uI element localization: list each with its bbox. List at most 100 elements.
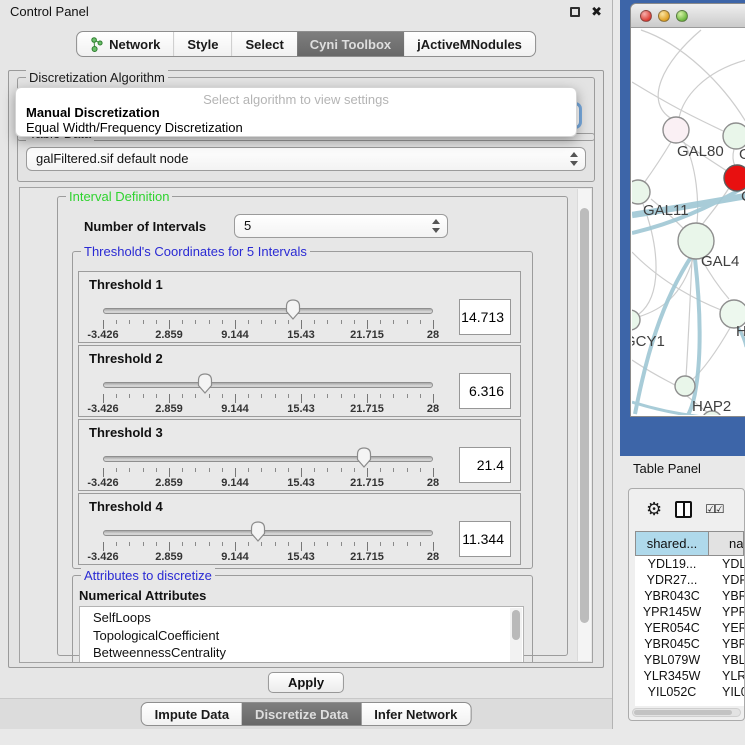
- table-toolbar: ⚙ ☑☑: [629, 489, 744, 529]
- tab-cyni-toolbox[interactable]: Cyni Toolbox: [297, 32, 404, 56]
- number-of-intervals-combobox[interactable]: 5: [234, 214, 448, 238]
- table-row[interactable]: YPR145WYPR1: [635, 604, 744, 620]
- table-hscrollbar-thumb[interactable]: [634, 710, 732, 715]
- threshold-slider-track[interactable]: [103, 308, 433, 314]
- cell-name[interactable]: YPR1: [709, 604, 744, 620]
- table-data-combobox[interactable]: galFiltered.sif default node: [26, 147, 586, 171]
- network-graph: GAL80 GA C GAL11 GAL4 H GCY1 HAP2: [632, 29, 745, 415]
- attribute-item[interactable]: TopologicalCoefficient: [93, 627, 523, 645]
- threshold-slider-thumb[interactable]: [197, 373, 213, 394]
- threshold-slider-track[interactable]: [103, 382, 433, 388]
- apply-button[interactable]: Apply: [268, 672, 344, 693]
- cell-shared-name[interactable]: YDL19...: [635, 556, 709, 572]
- tab-jactivemnodules[interactable]: jActiveMNodules: [404, 32, 535, 56]
- column-header-shared[interactable]: shared...: [635, 531, 709, 556]
- table-row[interactable]: YBR045CYBR0: [635, 636, 744, 652]
- close-traffic-light-icon[interactable]: [640, 10, 652, 22]
- table-row[interactable]: YLR345WYLR3: [635, 668, 744, 684]
- cell-shared-name[interactable]: YIL052C: [635, 684, 709, 700]
- threshold-panel: Threshold 1 -3.4262.8599.14415.4321.7152…: [78, 271, 521, 343]
- table-row[interactable]: YDL19...YDL1: [635, 556, 744, 572]
- column-header-name[interactable]: na: [709, 531, 744, 556]
- tab-network[interactable]: Network: [77, 32, 173, 56]
- node-label-gcy1: GCY1: [632, 333, 665, 350]
- attributes-group: Attributes to discretize Numerical Attri…: [72, 575, 533, 663]
- cell-shared-name[interactable]: YLR345W: [635, 668, 709, 684]
- network-icon: [90, 37, 103, 52]
- table-row[interactable]: YDR27...YDR2: [635, 572, 744, 588]
- node-label-gal4: GAL4: [701, 253, 739, 270]
- algorithm-hint: Select algorithm to view settings: [16, 88, 576, 105]
- threshold-slider-thumb[interactable]: [285, 299, 301, 320]
- control-panel-header: Control Panel ✖: [0, 0, 612, 23]
- settings-scrollbar[interactable]: [577, 189, 591, 661]
- table-rows: YDL19...YDL1YDR27...YDR2YBR043CYBR0YPR14…: [635, 556, 744, 700]
- tab-discretize-data[interactable]: Discretize Data: [242, 703, 361, 725]
- checkboxes-icon[interactable]: ☑☑: [705, 502, 723, 516]
- settings-scrollbar-thumb[interactable]: [580, 208, 589, 623]
- split-columns-icon[interactable]: [675, 501, 692, 518]
- node-gcy1[interactable]: [632, 310, 640, 330]
- numerical-attributes-list[interactable]: SelfLoopsTopologicalCoefficientBetweenne…: [79, 606, 524, 663]
- table-data-group: Table Data galFiltered.sif default node: [17, 133, 595, 182]
- node-hap2[interactable]: [675, 376, 695, 396]
- cell-shared-name[interactable]: YBR043C: [635, 588, 709, 604]
- threshold-slider-thumb[interactable]: [250, 521, 266, 542]
- number-of-intervals-value: 5: [244, 218, 251, 233]
- bottom-tabbar: Impute Data Discretize Data Infer Networ…: [141, 702, 472, 726]
- gear-icon[interactable]: ⚙: [646, 500, 662, 518]
- threshold-value-field[interactable]: 6.316: [459, 373, 511, 409]
- control-panel: Control Panel ✖ Network Style Select Cyn…: [0, 0, 613, 729]
- network-view-frame: GAL80 GA C GAL11 GAL4 H GCY1 HAP2: [620, 0, 745, 456]
- slider-tick-labels: -3.4262.8599.14415.4321.71528: [79, 477, 520, 489]
- cell-name[interactable]: YDL1: [709, 556, 744, 572]
- table-row[interactable]: YER054CYER0: [635, 620, 744, 636]
- zoom-traffic-light-icon[interactable]: [676, 10, 688, 22]
- cell-name[interactable]: YBR0: [709, 636, 744, 652]
- threshold-slider-track[interactable]: [103, 530, 433, 536]
- cell-shared-name[interactable]: YBR045C: [635, 636, 709, 652]
- slider-tick-labels: -3.4262.8599.14415.4321.71528: [79, 403, 520, 415]
- cell-name[interactable]: YIL0: [709, 684, 744, 700]
- cell-name[interactable]: YER0: [709, 620, 744, 636]
- float-window-icon[interactable]: [570, 7, 580, 17]
- tab-style[interactable]: Style: [173, 32, 231, 56]
- control-panel-tabbar: Network Style Select Cyni Toolbox jActiv…: [76, 31, 536, 57]
- attribute-item[interactable]: BetweennessCentrality: [93, 644, 523, 662]
- threshold-slider-thumb[interactable]: [356, 447, 372, 468]
- tab-infer-network[interactable]: Infer Network: [361, 703, 470, 725]
- algorithm-option-equal-width[interactable]: Equal Width/Frequency Discretization: [16, 120, 576, 135]
- cell-shared-name[interactable]: YER054C: [635, 620, 709, 636]
- node-gal11[interactable]: [632, 180, 650, 204]
- cell-name[interactable]: YLR3: [709, 668, 744, 684]
- attributes-scrollbar[interactable]: [510, 608, 522, 662]
- minimize-traffic-light-icon[interactable]: [658, 10, 670, 22]
- node-gal80[interactable]: [663, 117, 689, 143]
- threshold-value-field[interactable]: 11.344: [459, 521, 511, 557]
- table-row[interactable]: YBL079WYBL0: [635, 652, 744, 668]
- cell-name[interactable]: YBL0: [709, 652, 744, 668]
- table-row[interactable]: YBR043CYBR0: [635, 588, 744, 604]
- attribute-item[interactable]: SelfLoops: [93, 609, 523, 627]
- close-icon[interactable]: ✖: [591, 7, 602, 17]
- tab-impute-data[interactable]: Impute Data: [142, 703, 242, 725]
- table-row[interactable]: YIL052CYIL0: [635, 684, 744, 700]
- threshold-slider-track[interactable]: [103, 456, 433, 462]
- network-canvas[interactable]: GAL80 GA C GAL11 GAL4 H GCY1 HAP2: [632, 29, 745, 415]
- threshold-value-field[interactable]: 14.713: [459, 299, 511, 335]
- table-hscrollbar[interactable]: [632, 708, 741, 717]
- panel-title: Control Panel: [10, 4, 89, 19]
- table-panel: ⚙ ☑☑ shared... na YDL19...YDL1YDR27...YD…: [628, 488, 745, 721]
- cell-shared-name[interactable]: YDR27...: [635, 572, 709, 588]
- node-label-gal11: GAL11: [643, 202, 689, 219]
- cell-shared-name[interactable]: YPR145W: [635, 604, 709, 620]
- network-window[interactable]: GAL80 GA C GAL11 GAL4 H GCY1 HAP2: [630, 3, 745, 417]
- cell-name[interactable]: YDR2: [709, 572, 744, 588]
- combo-arrows-icon: [431, 219, 440, 233]
- algorithm-option-manual[interactable]: Manual Discretization: [16, 105, 576, 120]
- network-window-titlebar[interactable]: [631, 4, 745, 28]
- tab-select[interactable]: Select: [231, 32, 296, 56]
- cell-name[interactable]: YBR0: [709, 588, 744, 604]
- threshold-value-field[interactable]: 21.4: [459, 447, 511, 483]
- cell-shared-name[interactable]: YBL079W: [635, 652, 709, 668]
